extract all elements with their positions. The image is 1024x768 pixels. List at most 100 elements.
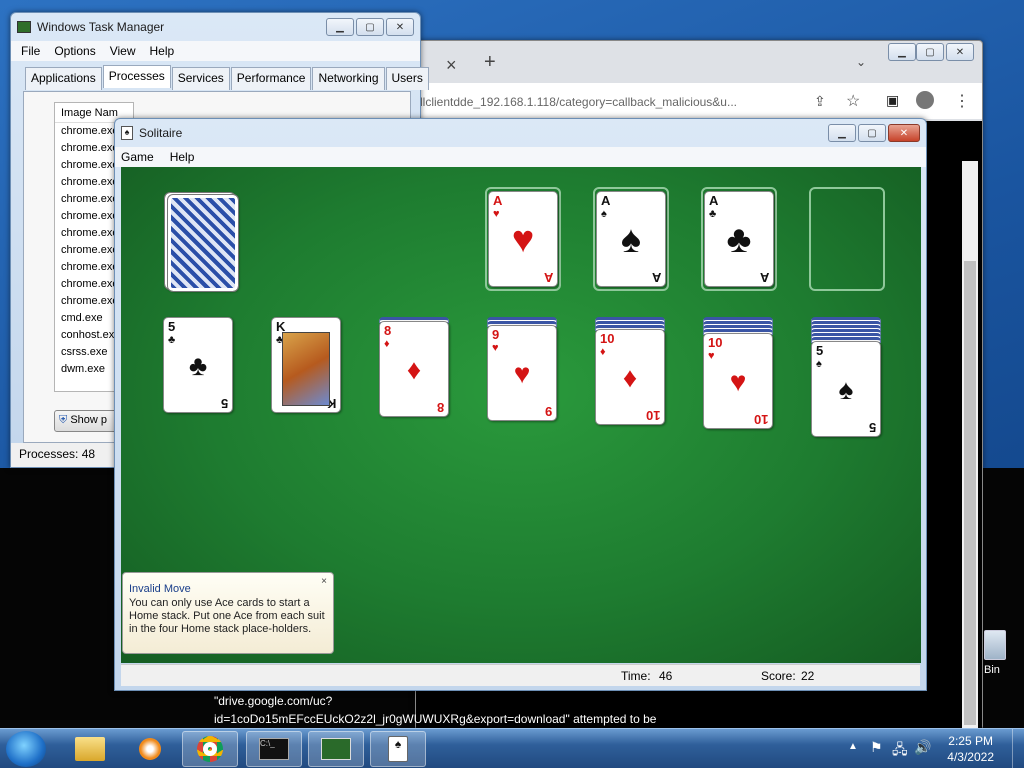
trash-icon — [984, 630, 1006, 660]
chrome-maximize-button[interactable]: ▢ — [916, 43, 944, 61]
profile-avatar-icon[interactable] — [916, 91, 934, 109]
tableau-card[interactable]: 10 ♥ 10 ♥ — [703, 333, 773, 429]
chrome-scrollbar[interactable] — [962, 161, 978, 729]
solitaire-taskbar-icon[interactable]: ♠ — [370, 731, 426, 767]
card-rank-bottom: 9 — [544, 404, 552, 419]
card-rank: A — [601, 193, 611, 208]
card-rank: 8 — [384, 323, 392, 338]
chrome-minimize-button[interactable]: ▁ — [888, 43, 916, 61]
menu-kebab-icon[interactable]: ⋮ — [954, 91, 970, 111]
tab-search-icon[interactable]: ⌄ — [856, 55, 866, 69]
solitaire-menubar: Game Help — [115, 147, 926, 167]
tm-menu-file[interactable]: File — [21, 44, 40, 58]
card-rank-bottom: A — [759, 270, 769, 285]
tableau-card[interactable]: 9 ♥ 9 ♥ — [487, 325, 557, 421]
system-tray: ▲ ⚑ 🖧 🔊 2:25 PM 4/3/2022 — [834, 729, 1024, 768]
foundation-card-ace-clubs[interactable]: A ♣ A ♣ — [704, 191, 774, 287]
tab-networking[interactable]: Networking — [312, 67, 385, 90]
foundation-card-ace-hearts[interactable]: A ♥ A ♥ — [488, 191, 558, 287]
address-bar[interactable]: llclientdde_192.168.1.118/category=callb… — [420, 95, 800, 109]
tm-maximize-button[interactable]: ▢ — [356, 18, 384, 36]
clock[interactable]: 2:25 PM 4/3/2022 — [947, 733, 994, 765]
sol-close-button[interactable]: ✕ — [888, 124, 920, 142]
task-manager-taskbar-icon[interactable] — [308, 731, 364, 767]
shield-icon: ⛨ — [59, 414, 68, 426]
tm-menu-view[interactable]: View — [110, 44, 136, 58]
solitaire-app-icon: ♠ — [121, 126, 133, 140]
card-suit-center: ♦ — [622, 362, 638, 393]
chrome-scroll-thumb[interactable] — [964, 261, 976, 725]
card-rank-bottom: A — [543, 270, 553, 285]
chrome-taskbar-icon[interactable] — [182, 731, 238, 767]
tableau-card[interactable]: 8 ♦ 8 ♦ — [379, 321, 449, 417]
taskbar: C:\_ ♠ ▲ ⚑ 🖧 🔊 2:25 PM 4/3/2022 — [0, 728, 1024, 768]
chrome-tabbar: × + ⌄ ▁ ▢ ✕ — [416, 41, 982, 81]
action-center-icon[interactable]: ⚑ — [870, 739, 883, 756]
card-rank: 9 — [492, 327, 500, 342]
task-manager-title: Windows Task Manager — [37, 20, 165, 34]
solitaire-titlebar: ♠ Solitaire ▁ ▢ ✕ — [115, 119, 926, 147]
foundation-card-ace-spades[interactable]: A ♠ A ♠ — [596, 191, 666, 287]
side-panel-icon[interactable]: ▣ — [886, 92, 899, 109]
share-icon[interactable]: ⇪ — [814, 93, 826, 110]
media-player-taskbar-icon[interactable] — [122, 731, 178, 767]
card-suit-center: ♥ — [729, 366, 747, 397]
sol-minimize-button[interactable]: ▁ — [828, 124, 856, 142]
tm-menu-options[interactable]: Options — [54, 44, 95, 58]
task-manager-tabs: Applications Processes Services Performa… — [11, 61, 429, 90]
tab-services[interactable]: Services — [171, 67, 230, 90]
card-suit-corner: ♠ — [816, 358, 822, 370]
card-rank-bottom: 5 — [868, 420, 876, 435]
clock-time: 2:25 PM — [948, 734, 993, 748]
tm-close-button[interactable]: ✕ — [386, 18, 414, 36]
tab-processes[interactable]: Processes — [102, 65, 171, 88]
tableau-card[interactable]: 5 ♣ 5 ♣ — [163, 317, 233, 413]
tableau-card[interactable]: 5 ♠ 5 ♠ — [811, 341, 881, 437]
sol-menu-game[interactable]: Game — [121, 150, 154, 164]
tooltip-body: You can only use Ace cards to start a Ho… — [129, 597, 325, 635]
explorer-taskbar-icon[interactable] — [62, 731, 118, 767]
tm-menu-help[interactable]: Help — [150, 44, 175, 58]
task-manager-icon — [17, 21, 31, 33]
tm-minimize-button[interactable]: ▁ — [326, 18, 354, 36]
solitaire-statusbar: Time: 46 Score: 22 — [121, 664, 920, 686]
volume-icon[interactable]: 🔊 — [914, 739, 931, 756]
chrome-close-button[interactable]: ✕ — [946, 43, 974, 61]
bookmark-star-icon[interactable]: ☆ — [846, 91, 860, 111]
tableau-card[interactable]: 10 ♦ 10 ♦ — [595, 329, 665, 425]
tooltip-close-icon[interactable]: × — [321, 576, 327, 587]
time-label: Time: — [621, 669, 651, 683]
tab-close-icon[interactable]: × — [446, 55, 457, 76]
recycle-bin-icon[interactable]: Bin — [984, 630, 1006, 676]
download-notice-line1: "drive.google.com/uc? — [214, 694, 333, 708]
recycle-bin-label: Bin — [984, 664, 1000, 676]
tab-users[interactable]: Users — [385, 67, 429, 90]
start-button[interactable] — [6, 731, 46, 767]
download-notice: "drive.google.com/uc? id=1coDo15mEFccEUc… — [214, 692, 774, 728]
clock-date: 4/3/2022 — [947, 750, 994, 764]
network-icon[interactable]: 🖧 — [892, 739, 908, 763]
tray-expand-icon[interactable]: ▲ — [848, 741, 858, 752]
score-label: Score: — [761, 669, 796, 683]
sol-maximize-button[interactable]: ▢ — [858, 124, 886, 142]
download-notice-line2: id=1coDo15mEFccEUckO2z2l_jr0gWUWUXRg&exp… — [214, 712, 657, 726]
card-suit-corner: ♥ — [708, 350, 715, 362]
foundation-4-empty[interactable] — [809, 187, 885, 291]
time-value: 46 — [659, 669, 673, 683]
stock-pile-top[interactable] — [167, 194, 239, 292]
card-rank-bottom: 8 — [436, 400, 444, 415]
king-face-art — [282, 332, 330, 406]
cmd-taskbar-icon[interactable]: C:\_ — [246, 731, 302, 767]
tableau-card[interactable]: K♣K♣ — [271, 317, 341, 413]
new-tab-button[interactable]: + — [484, 51, 496, 74]
show-desktop-button[interactable] — [1012, 729, 1024, 768]
tab-performance[interactable]: Performance — [230, 67, 312, 90]
card-suit-center: ♠ — [838, 374, 854, 405]
card-suit-center: ♥ — [513, 358, 531, 389]
card-rank-bottom: 10 — [753, 412, 768, 427]
sol-menu-help[interactable]: Help — [170, 150, 195, 164]
card-rank: A — [493, 193, 503, 208]
tab-applications[interactable]: Applications — [25, 67, 102, 90]
tooltip-title: Invalid Move — [129, 583, 191, 595]
card-rank-bottom: 10 — [645, 408, 660, 423]
